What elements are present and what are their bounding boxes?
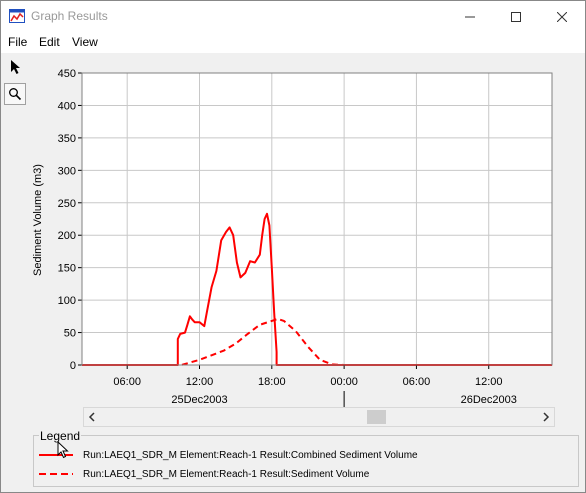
y-tick-label: 100 [58,295,76,307]
legend-dashed-line-swatch [39,473,73,475]
legend-item-label: Run:LAEQ1_SDR_M Element:Reach-1 Result:C… [83,449,418,461]
y-tick-label: 250 [58,198,76,210]
mouse-cursor-icon [57,441,69,459]
x-tick-label: 12:00 [186,376,214,388]
legend-item: Run:LAEQ1_SDR_M Element:Reach-1 Result:C… [39,447,418,463]
scroll-right-button[interactable] [538,408,554,426]
x-tick-label: 18:00 [258,376,286,388]
plot-area [81,72,553,366]
x-tick-label: 00:00 [330,376,358,388]
graph-results-window: Graph Results File Edit View 0 50 100 150 20… [0,0,586,493]
legend-item: Run:LAEQ1_SDR_M Element:Reach-1 Result:S… [39,466,369,482]
y-tick-label: 0 [70,360,76,372]
scroll-left-button[interactable] [84,408,100,426]
horizontal-scrollbar[interactable] [83,407,555,427]
y-axis-label: Sediment Volume (m3) [32,164,44,276]
y-tick-label: 400 [58,100,76,112]
y-tick-label: 150 [58,263,76,275]
chevron-right-icon [543,412,550,422]
y-tick-label: 450 [58,68,76,80]
chevron-left-icon [88,412,95,422]
sediment-chart[interactable]: 0 50 100 150 200 250 300 350 400 450 06:00 12:00 18:… [1,1,586,411]
legend-item-label: Run:LAEQ1_SDR_M Element:Reach-1 Result:S… [83,468,370,480]
y-tick-label: 200 [58,230,76,242]
scroll-thumb[interactable] [367,410,386,424]
x-tick-label: 06:00 [113,376,141,388]
date-label: 26Dec2003 [461,394,517,406]
x-tick-label: 06:00 [403,376,431,388]
y-tick-label: 350 [58,133,76,145]
y-tick-label: 50 [64,328,76,340]
x-tick-label: 12:00 [475,376,503,388]
y-tick-label: 300 [58,165,76,177]
date-label: 25Dec2003 [171,394,227,406]
